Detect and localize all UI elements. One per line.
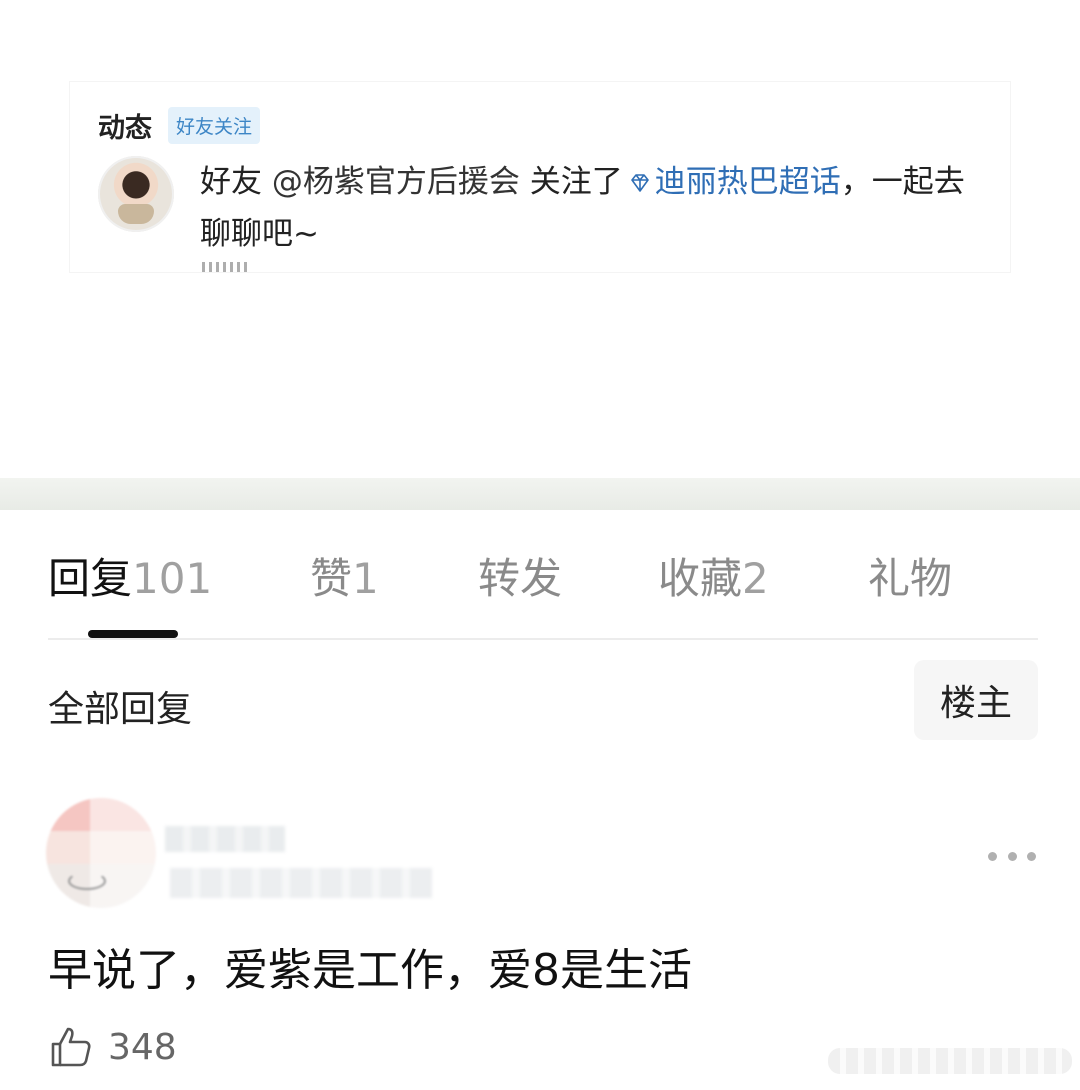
blurred-username bbox=[165, 826, 285, 852]
tab-reposts[interactable]: 转发 bbox=[478, 545, 562, 606]
friend-follow-tag: 好友关注 bbox=[168, 107, 261, 144]
activity-card[interactable]: 动态 好友关注 好友 @杨紫官方后援会 关注了 迪丽热巴超话，一起去聊聊吧~ bbox=[70, 82, 1010, 272]
tab-likes-count: 1 bbox=[352, 554, 379, 603]
diamond-icon bbox=[630, 174, 649, 192]
thumbs-up-icon bbox=[51, 1027, 91, 1067]
reply-text: 早说了，爱紫是工作，爱8是生活 bbox=[48, 945, 692, 996]
activity-title: 动态 bbox=[98, 113, 152, 144]
friend-avatar[interactable] bbox=[98, 156, 174, 232]
tab-favorites[interactable]: 收藏2 bbox=[658, 545, 769, 606]
activity-text-mid: 关注了 bbox=[519, 164, 623, 200]
tab-likes[interactable]: 赞1 bbox=[310, 545, 379, 606]
watermark bbox=[828, 1048, 1072, 1074]
activity-text-prefix: 好友 bbox=[200, 164, 272, 200]
tabs-divider bbox=[48, 638, 1038, 640]
topic-link[interactable]: 迪丽热巴超话 bbox=[655, 164, 841, 200]
activity-header: 动态 好友关注 bbox=[98, 106, 261, 145]
detail-tabs: 回复101 赞1 转发 收藏2 礼物 bbox=[0, 545, 1080, 605]
tab-gifts[interactable]: 礼物 bbox=[868, 545, 952, 606]
tab-reposts-label: 转发 bbox=[478, 554, 563, 603]
tab-favorites-label: 收藏 bbox=[658, 554, 743, 603]
reply-avatar[interactable] bbox=[46, 798, 156, 908]
activity-text: 好友 @杨紫官方后援会 关注了 迪丽热巴超话，一起去聊聊吧~ bbox=[200, 156, 990, 260]
tab-gifts-label: 礼物 bbox=[868, 554, 953, 603]
tab-replies-count: 101 bbox=[132, 554, 213, 603]
tab-likes-label: 赞 bbox=[310, 554, 353, 603]
active-tab-indicator bbox=[88, 630, 178, 638]
tab-favorites-count: 2 bbox=[742, 554, 769, 603]
more-options-icon[interactable] bbox=[988, 848, 1036, 864]
section-separator bbox=[0, 478, 1080, 510]
mention-link[interactable]: @杨紫官方后援会 bbox=[272, 164, 520, 200]
all-replies-label[interactable]: 全部回复 bbox=[48, 680, 192, 732]
tab-replies-label: 回复 bbox=[48, 554, 133, 603]
blurred-reply-meta bbox=[170, 868, 432, 898]
cropped-text-fragment bbox=[202, 262, 250, 272]
like-button[interactable]: 348 bbox=[48, 1024, 177, 1070]
like-count: 348 bbox=[108, 1026, 177, 1068]
owner-only-button[interactable]: 楼主 bbox=[914, 660, 1038, 740]
tab-replies[interactable]: 回复101 bbox=[48, 545, 212, 606]
